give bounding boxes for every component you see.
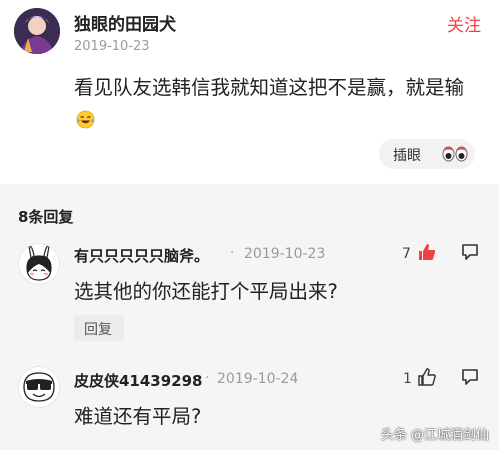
- reply-timestamp: 2019-10-24: [217, 371, 299, 387]
- reply-button-label: 回复: [84, 322, 112, 338]
- post-content: 看见队友选韩信我就知道这把不是赢，就是输: [74, 72, 484, 136]
- comment-icon[interactable]: [461, 368, 479, 386]
- watermark-text: 头条 @江城酒剑仙: [380, 428, 489, 443]
- comment-icon[interactable]: [461, 243, 479, 261]
- insert-eye-label: 插眼: [393, 148, 421, 164]
- follow-button[interactable]: 关注: [447, 11, 481, 36]
- reply-avatar[interactable]: [18, 243, 60, 285]
- insert-eye-button[interactable]: 插眼: [379, 139, 475, 169]
- thumbs-up-icon[interactable]: [418, 243, 436, 261]
- reply-author-name[interactable]: 有只只只只只脑斧。: [74, 245, 209, 266]
- laughing-emoji-icon: [76, 107, 95, 129]
- eyes-icon: [442, 146, 468, 162]
- post-text: 看见队友选韩信我就知道这把不是赢，就是输: [74, 76, 465, 99]
- reply-avatar[interactable]: [18, 366, 60, 408]
- reply-timestamp: 2019-10-23: [244, 246, 326, 262]
- separator-dot: ·: [205, 371, 210, 386]
- reply-count-heading: 8条回复: [18, 208, 74, 226]
- separator-dot: ·: [230, 246, 235, 261]
- like-count: 7: [402, 246, 411, 262]
- reply-text: 选其他的你还能打个平局出来?: [74, 280, 338, 303]
- post-author-avatar[interactable]: [14, 8, 60, 54]
- like-count: 1: [403, 371, 412, 387]
- post-author-name[interactable]: 独眼的田园犬: [74, 10, 176, 35]
- post-section: 独眼的田园犬 2019-10-23 关注 看见队友选韩信我就知道这把不是赢，就是…: [0, 0, 499, 184]
- thumbs-up-icon[interactable]: [418, 368, 436, 386]
- post-timestamp: 2019-10-23: [74, 39, 150, 54]
- reply-button[interactable]: 回复: [74, 315, 124, 341]
- reply-author-name[interactable]: 皮皮侠41439298: [74, 370, 203, 391]
- reply-text: 难道还有平局?: [74, 405, 202, 428]
